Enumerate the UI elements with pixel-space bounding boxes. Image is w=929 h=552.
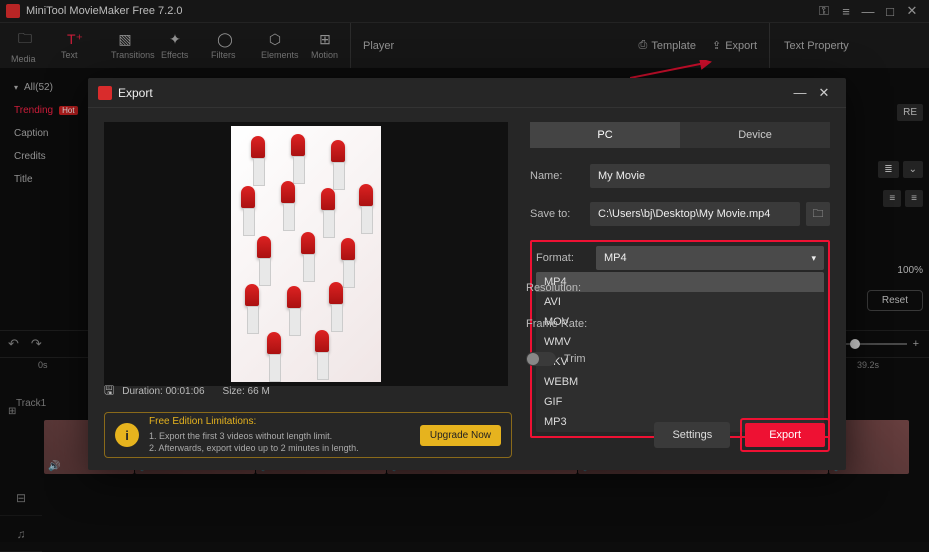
tab-device[interactable]: Device [680, 122, 830, 148]
dialog-overlay: Export — ✕ [0, 0, 929, 542]
saveto-input[interactable] [590, 202, 800, 226]
upgrade-button[interactable]: Upgrade Now [420, 425, 501, 446]
format-select[interactable]: MP4 ▾ [596, 246, 824, 270]
dialog-titlebar: Export — ✕ [88, 78, 846, 108]
export-preview [104, 122, 508, 386]
format-option[interactable]: AVI [536, 292, 824, 312]
save-icon: 🖫 [104, 381, 114, 402]
tab-pc[interactable]: PC [530, 122, 680, 148]
preview-thumbnail [231, 126, 381, 382]
dialog-title: Export [118, 86, 788, 100]
settings-button[interactable]: Settings [654, 422, 730, 448]
resolution-label: Resolution: [526, 282, 581, 294]
dialog-logo-icon [98, 86, 112, 100]
dialog-footer: i Free Edition Limitations: 1. Export th… [104, 412, 830, 458]
format-option[interactable]: GIF [536, 392, 824, 412]
export-confirm-button[interactable]: Export [745, 423, 825, 447]
export-tabs: PC Device [530, 122, 830, 148]
free-title: Free Edition Limitations: [149, 416, 410, 428]
trim-toggle[interactable] [526, 352, 556, 366]
chevron-down-icon: ▾ [811, 253, 816, 264]
export-dialog: Export — ✕ [88, 78, 846, 470]
dialog-close-icon[interactable]: ✕ [812, 85, 836, 101]
free-line1: 1. Export the first 3 videos without len… [149, 430, 410, 442]
free-line2: 2. Afterwards, export video up to 2 minu… [149, 442, 410, 454]
saveto-label: Save to: [530, 208, 590, 220]
export-form: PC Device Name: Save to: 🗀 Format: [508, 122, 830, 390]
name-label: Name: [530, 170, 590, 182]
export-meta: 🖫 Duration: 00:01:06 Size: 66 M [104, 381, 270, 402]
trim-label: Trim [564, 353, 586, 365]
size-value: 66 M [248, 386, 270, 397]
duration-value: 00:01:06 [166, 386, 205, 397]
name-input[interactable] [590, 164, 830, 188]
dialog-minimize-icon[interactable]: — [788, 85, 812, 100]
framerate-label: Frame Rate: [526, 318, 587, 330]
format-label: Format: [536, 252, 596, 264]
format-option[interactable]: WMV [536, 332, 824, 352]
format-option[interactable]: WEBM [536, 372, 824, 392]
format-value: MP4 [604, 252, 627, 264]
browse-folder-icon[interactable]: 🗀 [806, 202, 830, 226]
free-edition-notice: i Free Edition Limitations: 1. Export th… [104, 412, 512, 458]
info-icon: i [115, 423, 139, 447]
format-highlight: Format: MP4 ▾ MP4 AVI MOV WMV MKV WEBM G [530, 240, 830, 438]
export-highlight: Export [740, 418, 830, 452]
